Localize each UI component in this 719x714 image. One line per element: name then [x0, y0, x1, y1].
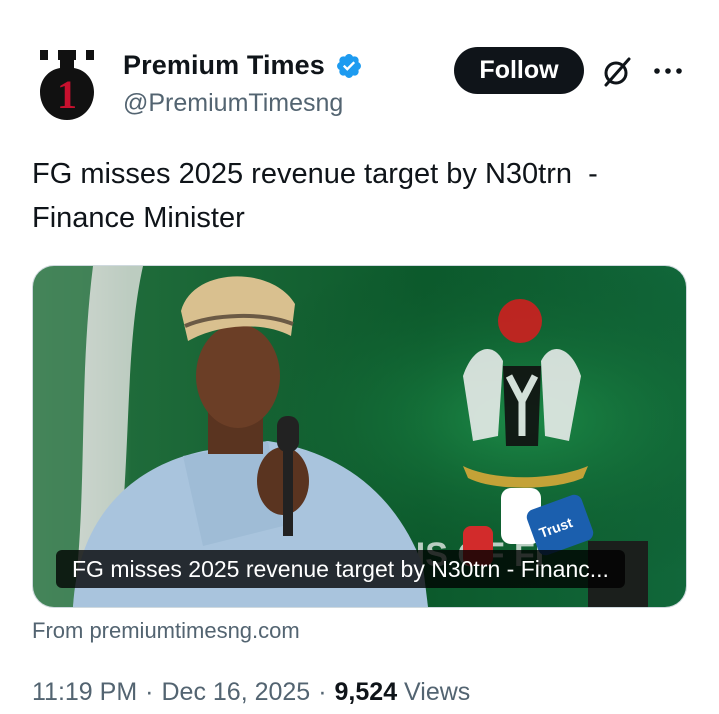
link-card-title[interactable]: FG misses 2025 revenue target by N30trn …: [56, 550, 625, 588]
premium-times-logo: 1: [40, 50, 94, 120]
tweet-meta: 11:19 PM · Dec 16, 2025 · 9,524 Views: [32, 678, 470, 707]
views-label: Views: [404, 678, 471, 706]
tweet-text: FG misses 2025 revenue target by N30trn …: [32, 158, 598, 234]
views[interactable]: 9,524 Views: [335, 678, 471, 707]
tweet-time[interactable]: 11:19 PM: [32, 678, 137, 707]
meta-separator: ·: [145, 678, 154, 706]
more-options-icon[interactable]: [652, 61, 684, 81]
link-preview-card[interactable]: M IS OF FI Trust FG misses 2025 revenue …: [32, 265, 687, 608]
follow-button[interactable]: Follow: [454, 47, 584, 94]
meta-separator: ·: [318, 678, 327, 706]
grok-icon[interactable]: [600, 55, 634, 89]
views-count: 9,524: [334, 678, 398, 706]
author-avatar[interactable]: 1: [34, 46, 100, 124]
author-name-row: Premium Times: [123, 50, 363, 81]
link-card-source[interactable]: From premiumtimesng.com: [32, 618, 300, 644]
tweet-date[interactable]: Dec 16, 2025: [161, 678, 310, 707]
verified-badge-icon: [336, 53, 361, 78]
author-display-name[interactable]: Premium Times: [123, 50, 325, 81]
logo-numeral: 1: [57, 72, 77, 117]
author-handle[interactable]: @PremiumTimesng: [123, 89, 343, 118]
